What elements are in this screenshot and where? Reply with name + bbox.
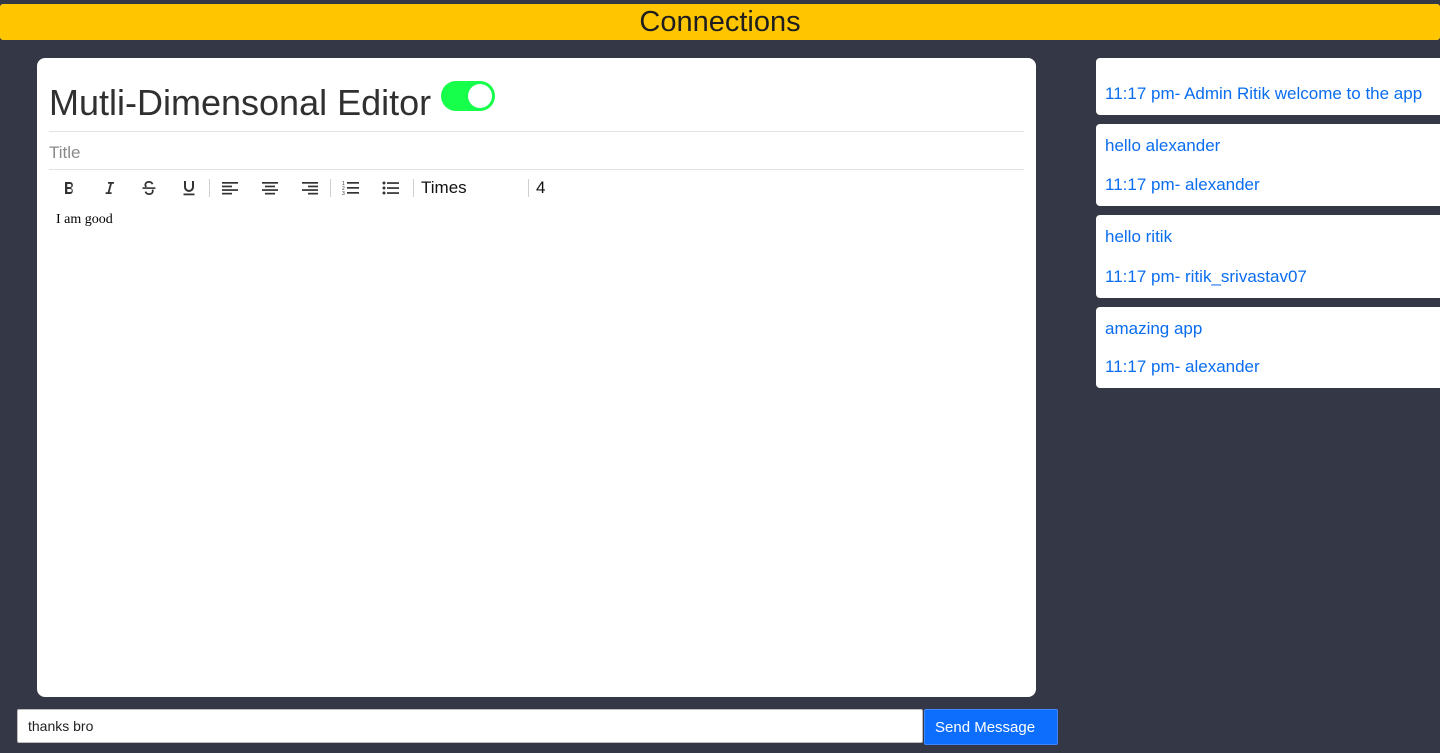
bullet-list-icon[interactable] bbox=[371, 174, 411, 202]
italic-icon[interactable] bbox=[89, 174, 129, 202]
divider bbox=[49, 169, 1024, 170]
editor-card: Mutli-Dimensonal Editor 12 bbox=[37, 58, 1036, 697]
font-family-select[interactable]: Times bbox=[414, 174, 528, 202]
header-bar: Connections bbox=[0, 4, 1440, 40]
chat-list: 11:17 pm- Admin Ritik welcome to the app… bbox=[1096, 58, 1440, 397]
chat-message-text: hello alexander bbox=[1105, 136, 1221, 155]
header-title: Connections bbox=[639, 5, 801, 38]
align-center-icon[interactable] bbox=[250, 174, 290, 202]
chat-message-meta: 11:17 pm- ritik_srivastav07 bbox=[1105, 267, 1307, 286]
message-input[interactable] bbox=[17, 709, 923, 743]
toggle-knob bbox=[468, 84, 493, 108]
editor-text: I am good bbox=[56, 212, 113, 227]
ordered-list-icon[interactable]: 123 bbox=[331, 174, 371, 202]
underline-icon[interactable] bbox=[169, 174, 209, 202]
chat-message: hello ritik 11:17 pm- ritik_srivastav07 bbox=[1096, 215, 1440, 298]
bold-icon[interactable] bbox=[49, 174, 89, 202]
chat-message-meta: 11:17 pm- Admin Ritik welcome to the app bbox=[1105, 84, 1423, 103]
svg-text:3: 3 bbox=[342, 191, 345, 196]
font-size-select[interactable]: 4 bbox=[529, 174, 566, 202]
divider bbox=[49, 131, 1024, 132]
chat-message-text: amazing app bbox=[1105, 319, 1203, 338]
editor-header: Mutli-Dimensonal Editor bbox=[49, 80, 496, 126]
title-input[interactable] bbox=[49, 138, 1024, 168]
editor-heading: Mutli-Dimensonal Editor bbox=[49, 82, 432, 123]
chat-message-text: hello ritik bbox=[1105, 227, 1173, 246]
align-right-icon[interactable] bbox=[290, 174, 330, 202]
editor-toolbar: 123 Times 4 bbox=[49, 174, 566, 202]
chat-message-meta: 11:17 pm- alexander bbox=[1105, 357, 1260, 376]
align-left-icon[interactable] bbox=[210, 174, 250, 202]
chat-message: amazing app 11:17 pm- alexander bbox=[1096, 307, 1440, 388]
send-message-button[interactable]: Send Message bbox=[924, 709, 1058, 745]
chat-message-meta: 11:17 pm- alexander bbox=[1105, 175, 1260, 194]
chat-message: 11:17 pm- Admin Ritik welcome to the app bbox=[1096, 58, 1440, 115]
editor-toggle[interactable] bbox=[441, 81, 496, 111]
chat-message: hello alexander 11:17 pm- alexander bbox=[1096, 124, 1440, 206]
strikethrough-icon[interactable] bbox=[129, 174, 169, 202]
editor-content[interactable]: I am good bbox=[56, 212, 1016, 682]
